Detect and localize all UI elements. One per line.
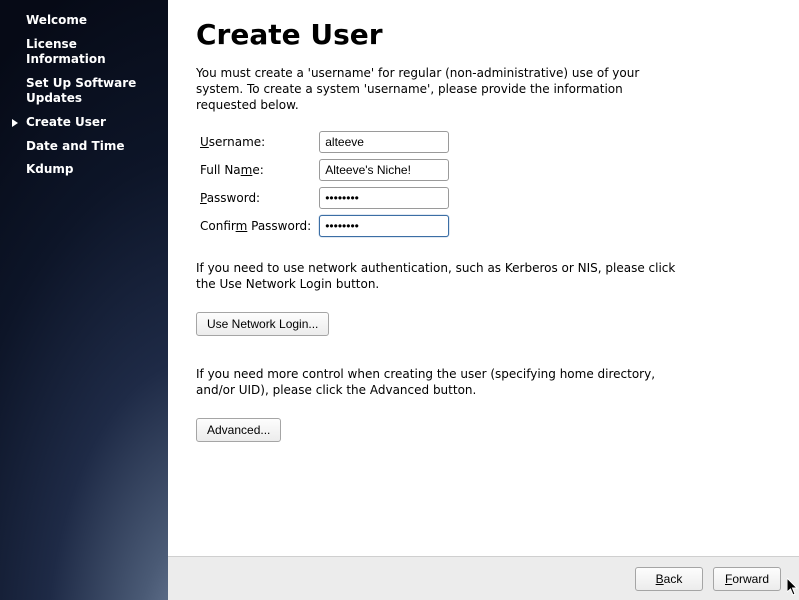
username-input[interactable] xyxy=(319,131,449,153)
password-input[interactable] xyxy=(319,187,449,209)
advanced-note: If you need more control when creating t… xyxy=(196,366,676,398)
username-label: Username: xyxy=(196,128,315,156)
confirm-password-label: Confirm Password: xyxy=(196,212,315,240)
network-login-note: If you need to use network authenticatio… xyxy=(196,260,676,292)
setup-sidebar: Welcome License Information Set Up Softw… xyxy=(0,0,168,600)
navigation-bar: Back Forward xyxy=(168,556,799,600)
intro-text: You must create a 'username' for regular… xyxy=(196,65,676,114)
sidebar-item-create-user[interactable]: Create User xyxy=(6,112,162,134)
sidebar-item-license[interactable]: License Information xyxy=(6,34,162,71)
sidebar-item-kdump[interactable]: Kdump xyxy=(6,159,162,181)
setup-steps-list: Welcome License Information Set Up Softw… xyxy=(6,10,162,181)
sidebar-item-welcome[interactable]: Welcome xyxy=(6,10,162,32)
page-title: Create User xyxy=(196,18,771,51)
user-form: Username: Full Name: Password: Confirm P… xyxy=(196,128,453,240)
forward-button[interactable]: Forward xyxy=(713,567,781,591)
sidebar-item-software-updates[interactable]: Set Up Software Updates xyxy=(6,73,162,110)
content-area: Create User You must create a 'username'… xyxy=(168,0,799,556)
use-network-login-button[interactable]: Use Network Login... xyxy=(196,312,329,336)
back-button[interactable]: Back xyxy=(635,567,703,591)
sidebar-item-date-time[interactable]: Date and Time xyxy=(6,136,162,158)
password-label: Password: xyxy=(196,184,315,212)
fullname-label: Full Name: xyxy=(196,156,315,184)
confirm-password-input[interactable] xyxy=(319,215,449,237)
main-panel: Create User You must create a 'username'… xyxy=(168,0,799,600)
advanced-button[interactable]: Advanced... xyxy=(196,418,281,442)
fullname-input[interactable] xyxy=(319,159,449,181)
